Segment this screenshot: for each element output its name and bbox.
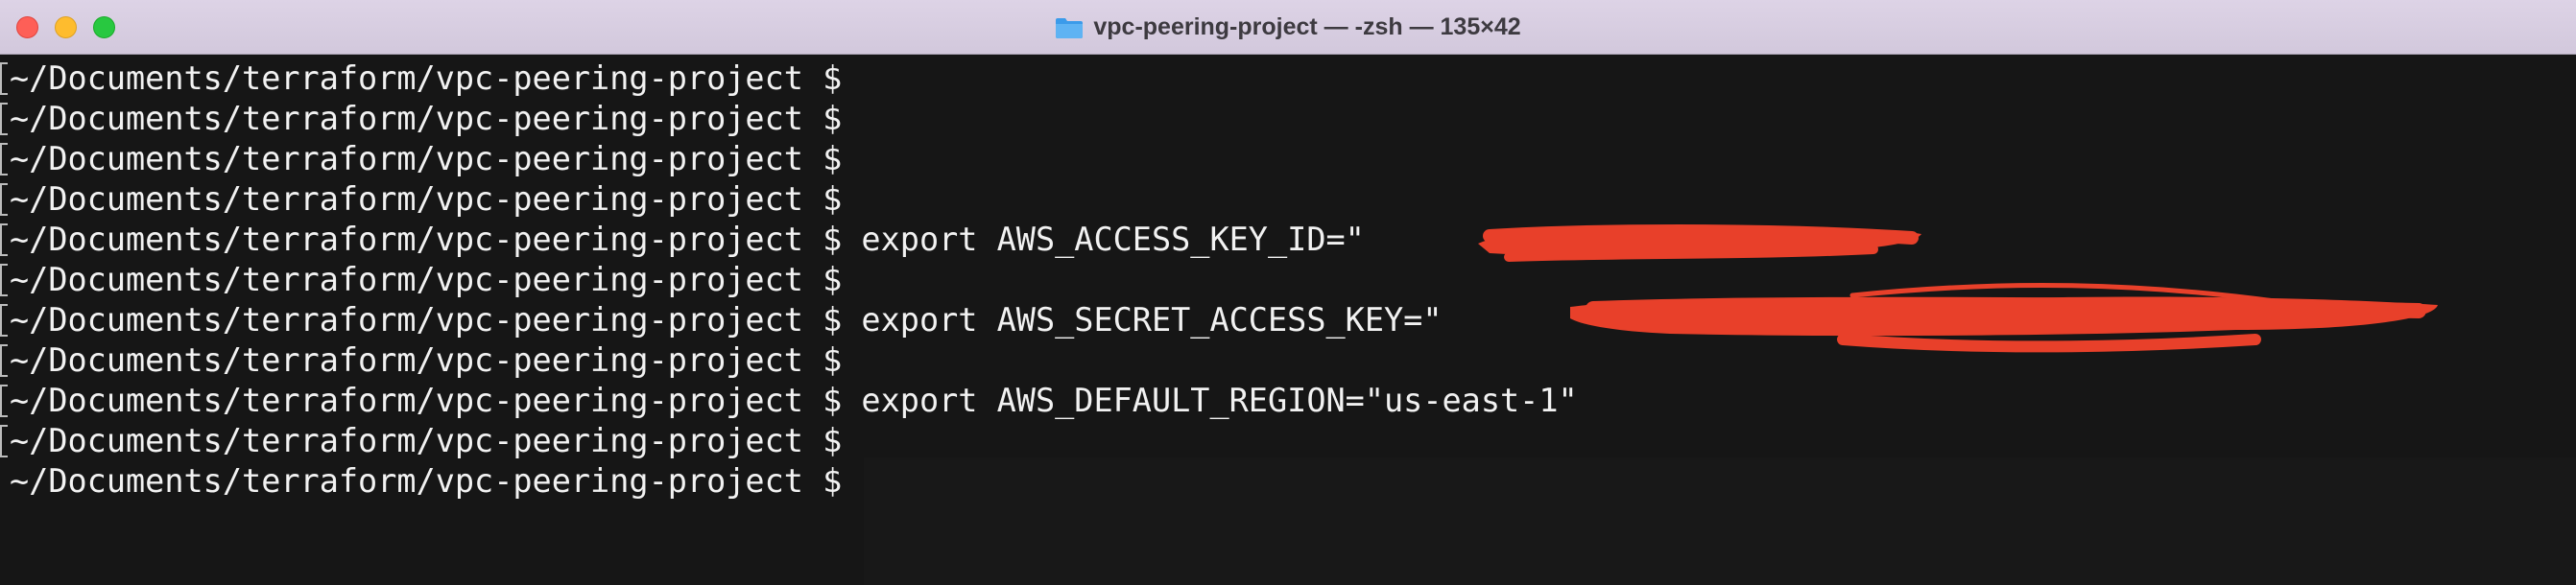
- folder-icon: [1056, 17, 1084, 38]
- terminal-line: ~/Documents/terraform/vpc-peering-projec…: [0, 58, 2576, 99]
- window-title-container: vpc-peering-project — -zsh — 135×42: [0, 0, 2576, 55]
- shell-command: export AWS_SECRET_ACCESS_KEY=": [842, 301, 1443, 339]
- command-mark-icon: [0, 344, 8, 377]
- title-bar[interactable]: vpc-peering-project — -zsh — 135×42: [0, 0, 2576, 55]
- terminal-line: ~/Documents/terraform/vpc-peering-projec…: [0, 461, 2576, 502]
- command-mark-icon: [0, 264, 8, 296]
- command-mark-icon: [0, 425, 8, 457]
- shell-command: export AWS_DEFAULT_REGION="us-east-1": [842, 382, 1578, 419]
- command-mark-icon: [0, 385, 8, 417]
- shell-prompt: ~/Documents/terraform/vpc-peering-projec…: [10, 462, 843, 500]
- terminal-content[interactable]: ~/Documents/terraform/vpc-peering-projec…: [0, 55, 2576, 585]
- terminal-window: vpc-peering-project — -zsh — 135×42 ~/Do…: [0, 0, 2576, 585]
- shell-prompt: ~/Documents/terraform/vpc-peering-projec…: [10, 382, 843, 419]
- terminal-line: ~/Documents/terraform/vpc-peering-projec…: [0, 179, 2576, 220]
- command-mark-icon: [0, 304, 8, 337]
- command-mark-icon: [0, 62, 8, 95]
- command-mark-icon: [0, 143, 8, 176]
- terminal-line: ~/Documents/terraform/vpc-peering-projec…: [0, 99, 2576, 139]
- redaction-mark-secret-key: [1570, 283, 2438, 353]
- command-mark-icon: [0, 183, 8, 216]
- command-mark-icon: [0, 103, 8, 135]
- shell-prompt: ~/Documents/terraform/vpc-peering-projec…: [10, 221, 843, 258]
- shell-prompt: ~/Documents/terraform/vpc-peering-projec…: [10, 59, 843, 97]
- terminal-line: ~/Documents/terraform/vpc-peering-projec…: [0, 381, 2576, 421]
- shell-prompt: ~/Documents/terraform/vpc-peering-projec…: [10, 140, 843, 177]
- window-title: vpc-peering-project — -zsh — 135×42: [1093, 13, 1521, 40]
- shell-prompt: ~/Documents/terraform/vpc-peering-projec…: [10, 100, 843, 137]
- shell-prompt: ~/Documents/terraform/vpc-peering-projec…: [10, 341, 843, 379]
- shell-command: export AWS_ACCESS_KEY_ID=": [842, 221, 1365, 258]
- shell-prompt: ~/Documents/terraform/vpc-peering-projec…: [10, 261, 843, 298]
- terminal-line: ~/Documents/terraform/vpc-peering-projec…: [0, 139, 2576, 179]
- shell-prompt: ~/Documents/terraform/vpc-peering-projec…: [10, 422, 843, 459]
- redaction-mark-access-key: [1478, 224, 1921, 262]
- shell-prompt: ~/Documents/terraform/vpc-peering-projec…: [10, 180, 843, 218]
- terminal-line: ~/Documents/terraform/vpc-peering-projec…: [0, 421, 2576, 461]
- command-mark-icon: [0, 223, 8, 256]
- terminal-line: ~/Documents/terraform/vpc-peering-projec…: [0, 220, 2576, 260]
- shell-prompt: ~/Documents/terraform/vpc-peering-projec…: [10, 301, 843, 339]
